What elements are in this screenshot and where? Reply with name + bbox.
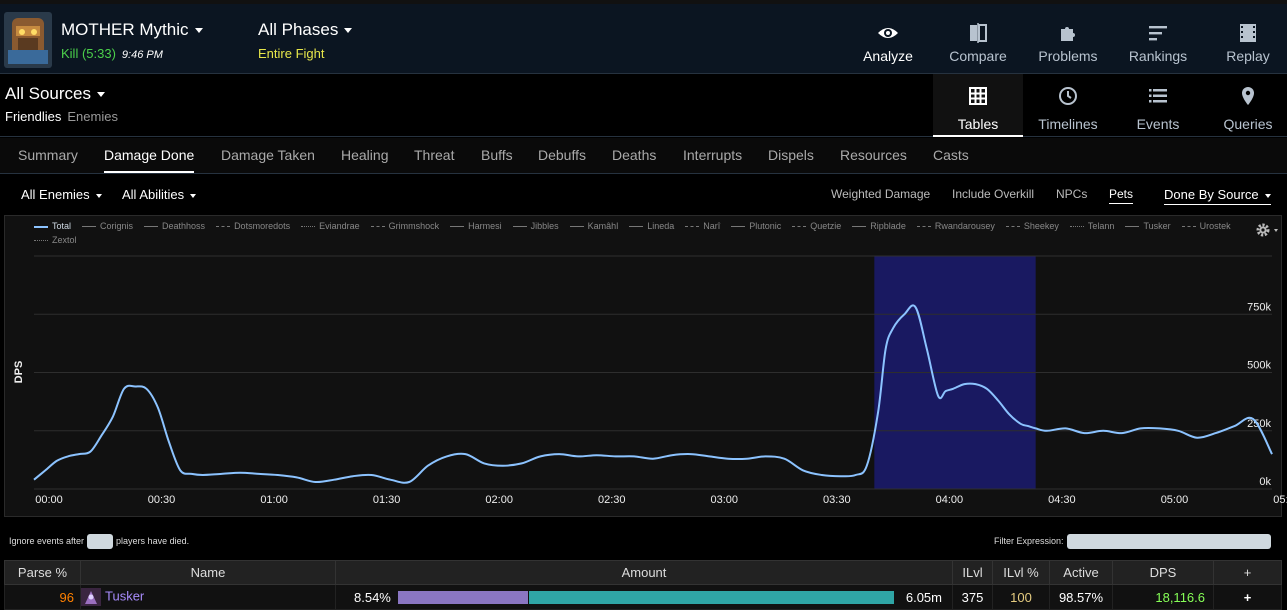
parse-value: 96: [4, 584, 81, 610]
x-tick-label: 00:00: [35, 494, 63, 506]
table-row[interactable]: 96 Tusker 8.54% 6.05m 375 100 98.57% 18,…: [4, 584, 1282, 610]
x-tick-label: 01:30: [373, 494, 401, 506]
col-parse[interactable]: Parse %: [4, 560, 81, 585]
filter-expression-input[interactable]: [1066, 534, 1271, 549]
y-tick-label: 750k: [1247, 301, 1271, 313]
dps-value: 18,116.6: [1112, 584, 1214, 610]
player-name[interactable]: Tusker: [105, 588, 144, 603]
x-tick-label: 03:00: [711, 494, 739, 506]
y-tick-label: 0k: [1259, 476, 1271, 488]
ilvl-value: 375: [952, 584, 993, 610]
class-icon: [81, 588, 101, 606]
col-dps[interactable]: DPS: [1112, 560, 1214, 585]
ignore-label-before: Ignore events after: [9, 535, 85, 546]
dps-chart[interactable]: 0k250k500k750k00:00 00:30 01:00 01:30 02:00 0…: [0, 0, 1287, 610]
ignore-deaths-input[interactable]: [87, 534, 114, 549]
y-tick-label: 500k: [1247, 360, 1271, 372]
player-name-cell[interactable]: Tusker: [80, 584, 336, 610]
col-ilvl[interactable]: ILvl: [952, 560, 993, 585]
y-axis-label: DPS: [13, 361, 25, 384]
ignore-label-after: players have died.: [116, 535, 190, 546]
ilvl-pct-value: 100: [992, 584, 1050, 610]
series-line-total[interactable]: [33, 304, 1273, 484]
active-value: 98.57%: [1049, 584, 1113, 610]
expand-row-button[interactable]: +: [1213, 584, 1282, 610]
x-tick-label: 02:00: [485, 494, 513, 506]
x-tick-label: 00:30: [148, 494, 176, 506]
ignore-deaths-control: Ignore events after players have died.: [9, 534, 189, 549]
x-tick-label: 02:30: [598, 494, 626, 506]
col-name[interactable]: Name: [80, 560, 336, 585]
filter-expression-label: Filter Expression:: [994, 535, 1064, 546]
amount-bar-purple: [398, 591, 528, 604]
amount-bar-teal: [529, 591, 894, 604]
col-amount[interactable]: Amount: [335, 560, 953, 585]
col-active[interactable]: Active: [1049, 560, 1113, 585]
x-tick-label: 04:00: [936, 494, 964, 506]
x-tick-label: 05:30: [1273, 494, 1287, 506]
col-ilvl-pct[interactable]: ILvl %: [992, 560, 1050, 585]
x-tick-label: 05:00: [1161, 494, 1189, 506]
amount-value: 6.05m: [905, 590, 942, 605]
x-tick-label: 04:30: [1048, 494, 1076, 506]
add-column-button[interactable]: +: [1213, 560, 1282, 585]
amount-cell: 8.54% 6.05m: [335, 584, 953, 610]
filter-expression-control: Filter Expression:: [994, 534, 1271, 549]
x-tick-label: 01:00: [260, 494, 288, 506]
table-header-row: Parse % Name Amount ILvl ILvl % Active D…: [4, 560, 1282, 585]
x-tick-label: 03:30: [823, 494, 851, 506]
amount-percent: 8.54%: [354, 590, 391, 605]
damage-table: Parse % Name Amount ILvl ILvl % Active D…: [4, 560, 1282, 610]
